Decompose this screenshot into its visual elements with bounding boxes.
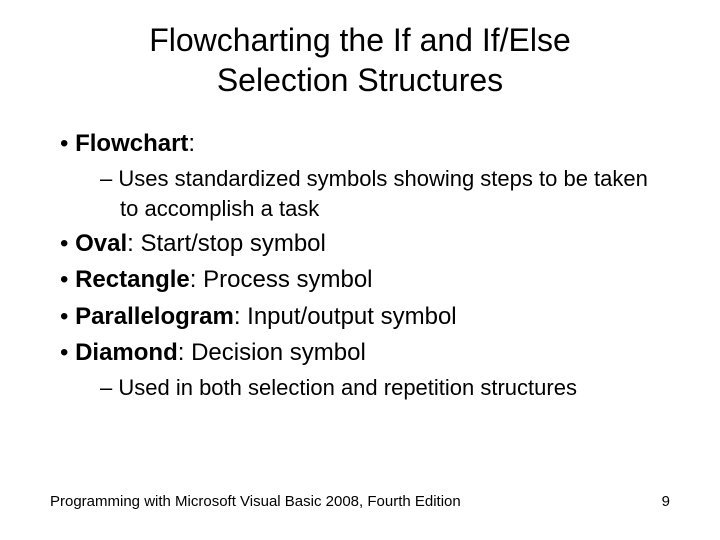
sub-list-item: Uses standardized symbols showing steps … [50,164,670,223]
list-item: Parallelogram: Input/output symbol [50,301,670,333]
footer-page-number: 9 [662,493,670,510]
definition-parallelogram: : Input/output symbol [234,303,457,330]
sub-list-item: Used in both selection and repetition st… [50,373,670,403]
term-parallelogram: Parallelogram [75,303,234,330]
footer-book-title: Programming with Microsoft Visual Basic … [50,493,461,510]
slide-title: Flowcharting the If and If/Else Selectio… [50,20,670,100]
list-item: Oval: Start/stop symbol [50,228,670,260]
bullet-list: Flowchart: Uses standardized symbols sho… [50,128,670,403]
definition-rectangle: : Process symbol [190,266,373,293]
term-flowchart: Flowchart [75,130,188,157]
slide: Flowcharting the If and If/Else Selectio… [0,0,720,540]
list-item: Flowchart: [50,128,670,160]
colon: : [188,130,195,157]
list-item: Rectangle: Process symbol [50,264,670,296]
term-oval: Oval [75,230,127,257]
list-item: Diamond: Decision symbol [50,337,670,369]
slide-footer: Programming with Microsoft Visual Basic … [50,493,670,510]
term-diamond: Diamond [75,339,178,366]
definition-diamond: : Decision symbol [178,339,366,366]
term-rectangle: Rectangle [75,266,190,293]
definition-oval: : Start/stop symbol [127,230,326,257]
